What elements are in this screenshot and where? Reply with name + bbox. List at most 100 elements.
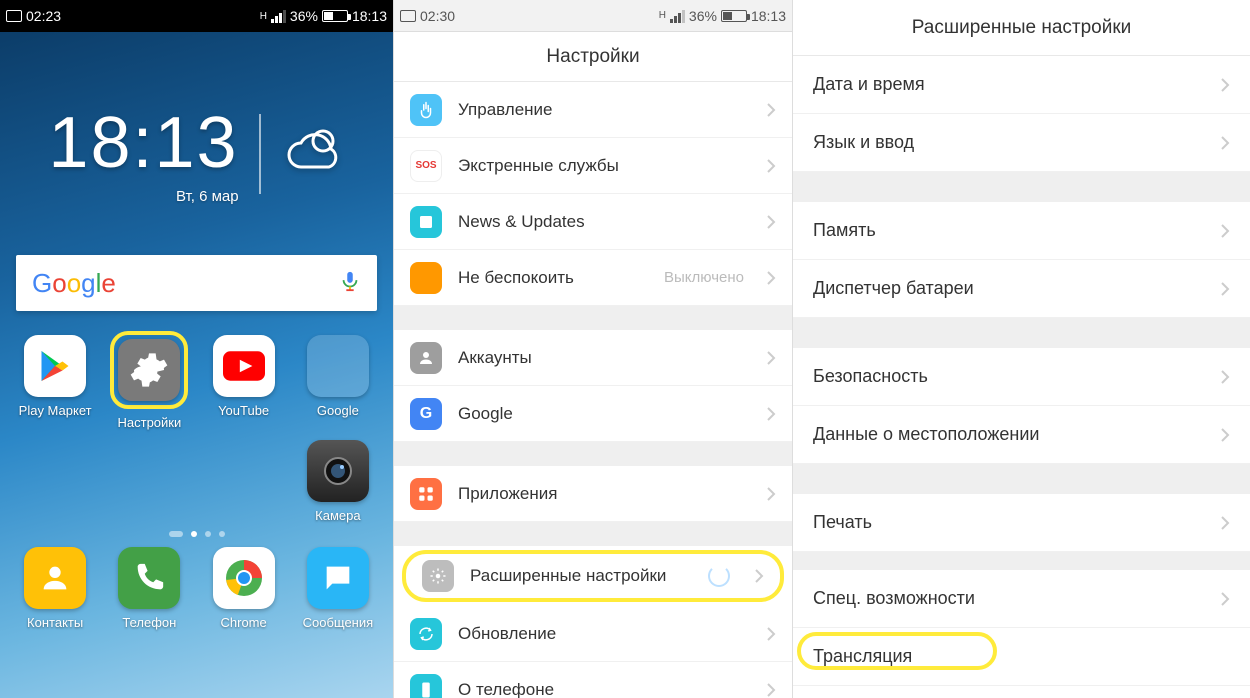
- section-gap: [394, 522, 792, 546]
- widget-date: Вт, 6 мар: [48, 188, 238, 205]
- row-google[interactable]: G Google: [394, 386, 792, 442]
- status-clock: 18:13: [751, 8, 786, 24]
- row-label: Печать: [813, 512, 1204, 533]
- section-gap: [793, 464, 1250, 494]
- status-bar: 02:30 H 36% 18:13: [394, 0, 792, 32]
- dock-phone[interactable]: Телефон: [102, 547, 196, 630]
- row-accounts[interactable]: Аккаунты: [394, 330, 792, 386]
- chevron-right-icon: [766, 270, 776, 286]
- row-label: Обновление: [458, 624, 750, 644]
- phone-info-icon: [410, 674, 442, 698]
- row-control[interactable]: Управление: [394, 82, 792, 138]
- settings-list[interactable]: Управление SOS Экстренные службы News & …: [394, 82, 792, 698]
- advanced-list[interactable]: Дата и время Язык и ввод Память Диспетче…: [793, 56, 1250, 686]
- page-title: Расширенные настройки: [793, 0, 1250, 56]
- gear-icon: [422, 560, 454, 592]
- chevron-right-icon: [766, 682, 776, 698]
- chevron-right-icon: [1220, 369, 1230, 385]
- youtube-icon: [213, 335, 275, 397]
- app-label: Камера: [315, 508, 360, 523]
- row-label: News & Updates: [458, 212, 750, 232]
- section-gap: [394, 306, 792, 330]
- app-label: Настройки: [118, 415, 182, 430]
- news-icon: [410, 206, 442, 238]
- homescreen: 02:23 H 36% 18:13 18:13 Вт, 6 мар Google: [0, 0, 393, 698]
- battery-icon: [322, 10, 348, 22]
- mic-icon[interactable]: [339, 270, 361, 297]
- chevron-right-icon: [1220, 591, 1230, 607]
- section-gap: [394, 442, 792, 466]
- network-type: H: [659, 10, 666, 21]
- row-label: Диспетчер батареи: [813, 278, 1204, 299]
- app-camera[interactable]: Камера: [291, 440, 385, 523]
- app-youtube[interactable]: YouTube: [197, 335, 291, 430]
- clock-widget[interactable]: 18:13 Вт, 6 мар: [0, 102, 393, 205]
- row-apps[interactable]: Приложения: [394, 466, 792, 522]
- chevron-right-icon: [766, 214, 776, 230]
- update-icon: [410, 618, 442, 650]
- moon-icon: [410, 262, 442, 294]
- chevron-right-icon: [766, 486, 776, 502]
- row-print[interactable]: Печать: [793, 494, 1250, 552]
- row-label: Данные о местоположении: [813, 424, 1204, 445]
- camera-icon: [307, 440, 369, 502]
- app-folder-google[interactable]: Google: [291, 335, 385, 430]
- row-about-phone[interactable]: О телефоне: [394, 662, 792, 698]
- chevron-right-icon: [766, 406, 776, 422]
- row-news-updates[interactable]: News & Updates: [394, 194, 792, 250]
- page-indicator: [0, 531, 393, 537]
- row-advanced-settings[interactable]: Расширенные настройки: [402, 550, 784, 602]
- row-emergency[interactable]: SOS Экстренные службы: [394, 138, 792, 194]
- row-accessibility[interactable]: Спец. возможности: [793, 570, 1250, 628]
- google-logo: Google: [32, 268, 116, 299]
- status-bar: 02:23 H 36% 18:13: [0, 0, 393, 32]
- dock-contacts[interactable]: Контакты: [8, 547, 102, 630]
- gear-icon: [118, 339, 180, 401]
- chevron-right-icon: [1220, 427, 1230, 443]
- chevron-right-icon: [1220, 77, 1230, 93]
- row-datetime[interactable]: Дата и время: [793, 56, 1250, 114]
- weather-icon: [281, 119, 345, 188]
- dock: Контакты Телефон Chrome Сообщения: [8, 547, 385, 630]
- page-title: Настройки: [394, 32, 792, 82]
- row-location[interactable]: Данные о местоположении: [793, 406, 1250, 464]
- chevron-right-icon: [1220, 515, 1230, 531]
- row-memory[interactable]: Память: [793, 202, 1250, 260]
- network-type: H: [260, 11, 267, 22]
- messages-icon: [307, 547, 369, 609]
- record-time: 02:30: [420, 8, 455, 24]
- row-cast[interactable]: Трансляция: [793, 628, 1250, 686]
- dock-messages[interactable]: Сообщения: [291, 547, 385, 630]
- widget-time: 18:13: [48, 102, 238, 184]
- dock-chrome[interactable]: Chrome: [197, 547, 291, 630]
- google-search-bar[interactable]: Google: [16, 255, 377, 311]
- chevron-right-icon: [766, 350, 776, 366]
- dock-label: Телефон: [122, 615, 176, 630]
- status-clock: 18:13: [352, 8, 387, 24]
- row-label: Не беспокоить: [458, 268, 648, 288]
- app-label: Google: [317, 403, 359, 418]
- row-security[interactable]: Безопасность: [793, 348, 1250, 406]
- settings-panel: 02:30 H 36% 18:13 Настройки Управление S…: [393, 0, 793, 698]
- section-gap: [793, 318, 1250, 348]
- row-label: Безопасность: [813, 366, 1204, 387]
- row-update[interactable]: Обновление: [394, 606, 792, 662]
- row-language[interactable]: Язык и ввод: [793, 114, 1250, 172]
- advanced-settings-panel: Расширенные настройки Дата и время Язык …: [793, 0, 1250, 698]
- row-label: О телефоне: [458, 680, 750, 698]
- dock-label: Контакты: [27, 615, 83, 630]
- row-dnd[interactable]: Не беспокоить Выключено: [394, 250, 792, 306]
- play-store-icon: [24, 335, 86, 397]
- sos-icon: SOS: [410, 150, 442, 182]
- battery-text: 36%: [689, 8, 717, 24]
- person-icon: [410, 342, 442, 374]
- chevron-right-icon: [1220, 281, 1230, 297]
- battery-icon: [721, 10, 747, 22]
- folder-icon: [307, 335, 369, 397]
- app-play-market[interactable]: Play Маркет: [8, 335, 102, 430]
- row-battery[interactable]: Диспетчер батареи: [793, 260, 1250, 318]
- row-label: Google: [458, 404, 750, 424]
- battery-text: 36%: [290, 8, 318, 24]
- row-value: Выключено: [664, 269, 744, 286]
- app-settings[interactable]: Настройки: [102, 331, 196, 430]
